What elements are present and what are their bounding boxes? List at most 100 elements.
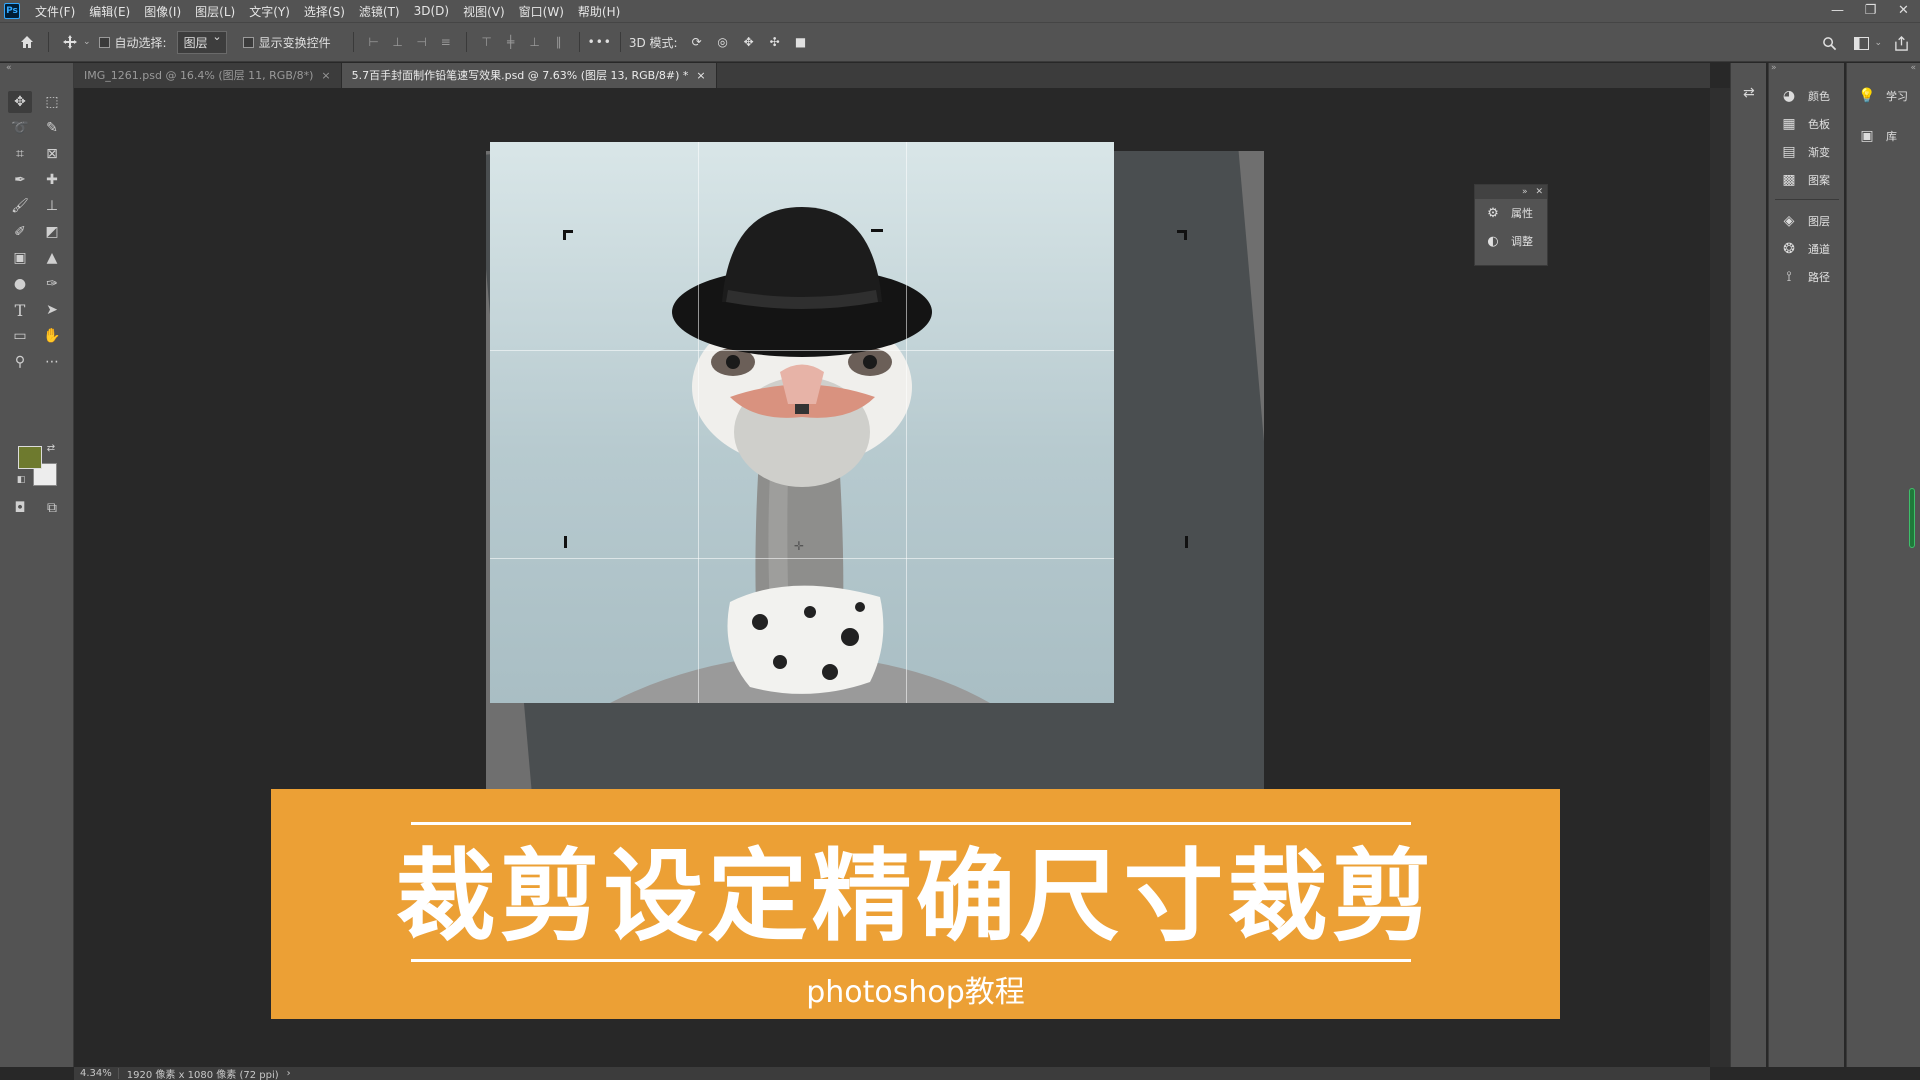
foreground-color-swatch[interactable] [18,446,42,469]
align-bottom-icon[interactable]: ⊥ [523,31,547,53]
roll-3d-icon[interactable]: ◎ [710,29,736,55]
menu-view[interactable]: 视图(V) [456,3,512,20]
align-right-icon[interactable]: ⊣ [410,31,434,53]
move-tool-preset-icon[interactable] [57,29,83,55]
align-hcenter-icon[interactable]: ⊥ [386,31,410,53]
pan-3d-icon[interactable]: ✥ [736,29,762,55]
crop-handle[interactable] [563,230,566,240]
options-bar: ⌄ 自动选择: 图层 显示变换控件 ⊢ ⊥ ⊣ ≡ ⊤ ╪ ⊥ ∥ ••• 3D… [0,22,1920,62]
workspace-icon[interactable] [1848,30,1874,56]
menu-filter[interactable]: 滤镜(T) [352,3,407,20]
move-icon[interactable]: ✥ [8,91,32,113]
crop-handle[interactable] [564,536,567,548]
panel-learn[interactable]: 💡 学习 [1847,83,1920,109]
more-options-button[interactable]: ••• [588,35,612,49]
crop-icon[interactable]: ⌗ [8,143,32,165]
show-transform-checkbox[interactable]: 显示变换控件 [242,34,331,51]
quick-mask-icon[interactable]: ◘ [8,497,32,519]
panel-swatches[interactable]: ▦ 色板 [1769,111,1844,137]
menu-type[interactable]: 文字(Y) [242,3,297,20]
pen-icon[interactable]: ✑ [40,273,64,295]
collapse-icon[interactable]: « [1910,63,1916,73]
healing-icon[interactable]: ✚ [40,169,64,191]
align-vcenter-icon[interactable]: ╪ [499,31,523,53]
crop-handle[interactable] [1184,230,1187,240]
home-icon[interactable] [14,29,40,55]
crop-handle[interactable] [871,229,883,232]
tab-active-document[interactable]: 5.7百手封面制作铅笔速写效果.psd @ 7.63% (图层 13, RGB/… [341,63,717,88]
path-select-icon[interactable]: ➤ [40,299,64,321]
auto-select-dropdown[interactable]: 图层 [176,30,227,54]
auto-select-checkbox[interactable]: 自动选择: [98,34,167,51]
app-logo[interactable]: Ps [4,3,20,19]
menu-help[interactable]: 帮助(H) [571,3,627,20]
workspace-chevron-icon[interactable]: ⌄ [1874,38,1882,48]
close-panel-icon[interactable]: ✕ [1535,187,1543,197]
expand-panel-icon[interactable]: » [1522,187,1528,197]
side-slider[interactable] [1909,488,1915,548]
panel-library[interactable]: ▣ 库 [1847,123,1920,149]
menu-window[interactable]: 窗口(W) [512,3,571,20]
share-icon[interactable] [1888,30,1914,56]
panel-patterns[interactable]: ▩ 图案 [1769,167,1844,193]
menu-select[interactable]: 选择(S) [297,3,352,20]
search-icon[interactable] [1816,30,1842,56]
panel-gradients[interactable]: ▤ 渐变 [1769,139,1844,165]
more-tools-icon[interactable]: ⋯ [40,351,64,373]
eraser-icon[interactable]: ◩ [40,221,64,243]
status-menu-arrow[interactable]: › [287,1068,291,1079]
lasso-icon[interactable]: ➰ [8,117,32,139]
menu-image[interactable]: 图像(I) [137,3,188,20]
close-window-button[interactable]: ✕ [1887,0,1920,22]
panel-color[interactable]: ◕ 颜色 [1769,83,1844,109]
panel-channels[interactable]: ❂ 通道 [1769,236,1844,262]
close-tab-icon[interactable]: × [696,69,705,82]
collapse-icon[interactable]: » [1771,63,1777,73]
gradient-icon[interactable]: ▣ [8,247,32,269]
orbit-3d-icon[interactable]: ⟳ [684,29,710,55]
align-left-icon[interactable]: ⊢ [362,31,386,53]
menu-3d[interactable]: 3D(D) [407,4,456,18]
ostrich-photo[interactable]: ✛ [490,142,1114,703]
blur-icon[interactable]: ▲ [40,247,64,269]
menu-file[interactable]: 文件(F) [28,3,82,20]
hand-icon[interactable]: ✋ [40,325,64,347]
history-icon[interactable]: ⇄ [1743,85,1755,101]
default-colors-icon[interactable]: ◧ [14,473,28,487]
quick-select-icon[interactable]: ✎ [40,117,64,139]
screen-mode-icon[interactable]: ⧉ [40,497,64,519]
gradient-panel-icon: ▤ [1782,144,1796,160]
tab-img-1261[interactable]: IMG_1261.psd @ 16.4% (图层 11, RGB/8*) × [74,63,342,88]
toolbar-collapse-icon[interactable]: « [6,63,12,73]
crop-grid-line [906,142,907,703]
distribute-icon[interactable]: ≡ [434,31,458,53]
history-brush-icon[interactable]: ✐ [8,221,32,243]
panel-paths[interactable]: ⟟ 路径 [1769,264,1844,290]
zoom-level[interactable]: 4.34% [74,1068,119,1079]
floating-panel-header[interactable]: » ✕ [1475,185,1547,199]
minimize-button[interactable]: — [1821,0,1854,22]
align-top-icon[interactable]: ⊤ [475,31,499,53]
eyedropper-icon[interactable]: ✒ [8,169,32,191]
stamp-icon[interactable]: ⊥ [40,195,64,217]
distribute-v-icon[interactable]: ∥ [547,31,571,53]
menu-layer[interactable]: 图层(L) [188,3,242,20]
panel-layers[interactable]: ◈ 图层 [1769,208,1844,234]
restore-button[interactable]: ❐ [1854,0,1887,22]
panel-adjustments[interactable]: ◐ 调整 [1475,227,1547,255]
panel-properties[interactable]: ⚙ 属性 [1475,199,1547,227]
frame-icon[interactable]: ⊠ [40,143,64,165]
zoom-icon[interactable]: ⚲ [8,351,32,373]
brush-icon[interactable]: 🖌 [8,195,32,217]
marquee-icon[interactable]: ⬚ [40,91,64,113]
slide-3d-icon[interactable]: ✣ [762,29,788,55]
text-icon[interactable]: T [8,299,32,321]
close-tab-icon[interactable]: × [321,69,330,82]
camera-3d-icon[interactable]: ■ [788,29,814,55]
crop-handle[interactable] [1185,536,1188,548]
chevron-down-icon[interactable]: ⌄ [83,37,91,47]
menu-edit[interactable]: 编辑(E) [82,3,137,20]
rectangle-icon[interactable]: ▭ [8,325,32,347]
dodge-icon[interactable]: ● [8,273,32,295]
swap-colors-icon[interactable]: ⇄ [44,441,58,455]
